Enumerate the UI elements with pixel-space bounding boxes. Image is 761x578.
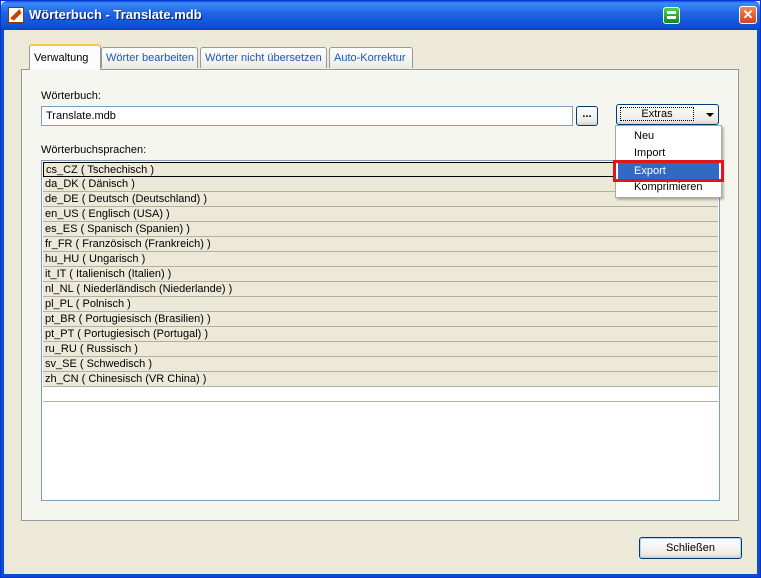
close-button[interactable]: Schließen — [639, 537, 742, 559]
list-item[interactable]: es_ES ( Spanisch (Spanien) ) — [43, 222, 718, 237]
list-item[interactable]: nl_NL ( Niederländisch (Niederlande) ) — [43, 282, 718, 297]
window-border — [1, 574, 760, 577]
list-item[interactable]: ru_RU ( Russisch ) — [43, 342, 718, 357]
list-item[interactable]: en_US ( Englisch (USA) ) — [43, 207, 718, 222]
languages-label: Wörterbuchsprachen: — [41, 144, 147, 156]
extras-label: Extras — [620, 107, 694, 121]
window-border — [1, 30, 4, 576]
window-title: Wörterbuch - Translate.mdb — [29, 7, 202, 22]
app-icon[interactable] — [8, 7, 24, 23]
languages-list[interactable]: cs_CZ ( Tschechisch ) da_DK ( Dänisch ) … — [41, 160, 720, 501]
extras-dropdown-button[interactable]: Extras — [616, 104, 719, 125]
list-item[interactable]: zh_CN ( Chinesisch (VR China) ) — [43, 372, 718, 387]
list-item[interactable]: fr_FR ( Französisch (Frankreich) ) — [43, 237, 718, 252]
restore-icon[interactable] — [663, 7, 680, 24]
tab-woerter-bearbeiten[interactable]: Wörter bearbeiten — [101, 47, 198, 68]
empty-row — [43, 387, 718, 402]
list-item[interactable]: pl_PL ( Polnisch ) — [43, 297, 718, 312]
list-item[interactable]: pt_PT ( Portugiesisch (Portugal) ) — [43, 327, 718, 342]
dictionary-path-input[interactable]: Translate.mdb — [41, 106, 573, 126]
tab-auto-korrektur[interactable]: Auto-Korrektur — [329, 47, 413, 68]
title-bar[interactable]: Wörterbuch - Translate.mdb ✕ — [1, 1, 760, 30]
browse-button[interactable]: ... — [576, 106, 598, 126]
close-window-icon[interactable]: ✕ — [739, 6, 757, 24]
dictionary-window: Wörterbuch - Translate.mdb ✕ Verwaltung … — [0, 0, 761, 578]
highlight-box — [613, 160, 724, 182]
menu-item-neu[interactable]: Neu — [618, 128, 719, 145]
chevron-down-icon — [706, 113, 714, 117]
dictionary-label: Wörterbuch: — [41, 90, 101, 102]
languages-grid: cs_CZ ( Tschechisch ) da_DK ( Dänisch ) … — [43, 162, 718, 403]
window-border — [757, 30, 760, 576]
list-item[interactable]: sv_SE ( Schwedisch ) — [43, 357, 718, 372]
list-item[interactable]: it_IT ( Italienisch (Italien) ) — [43, 267, 718, 282]
list-item[interactable]: hu_HU ( Ungarisch ) — [43, 252, 718, 267]
tab-woerter-nicht-uebersetzen[interactable]: Wörter nicht übersetzen — [200, 47, 327, 68]
list-item[interactable]: pt_BR ( Portugiesisch (Brasilien) ) — [43, 312, 718, 327]
tab-verwaltung[interactable]: Verwaltung — [29, 44, 101, 70]
